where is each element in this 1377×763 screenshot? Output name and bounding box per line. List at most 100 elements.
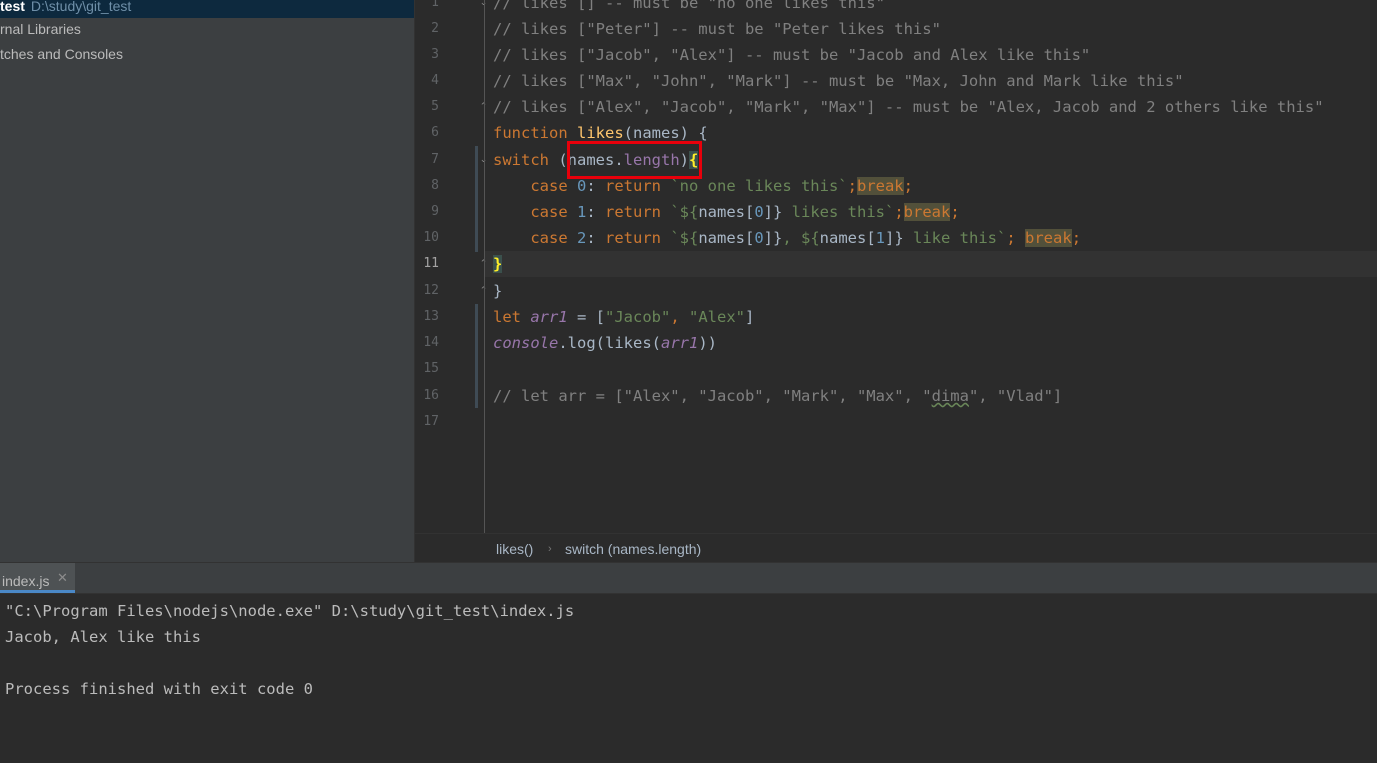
template-open: `${	[661, 229, 699, 247]
code-text: .log(likes(	[558, 334, 661, 352]
code-text: }	[493, 282, 503, 300]
keyword-warning: break	[903, 203, 951, 221]
variable: arr1	[521, 308, 568, 326]
line-number: 13	[423, 309, 439, 324]
run-tab-bar: index.js ✕	[0, 563, 1377, 594]
run-tool-window: index.js ✕ "C:\Program Files\nodejs\node…	[0, 562, 1377, 763]
comment: ", "Vlad"]	[968, 387, 1063, 405]
comment: // likes ["Peter"] -- must be "Peter lik…	[493, 20, 941, 38]
line-number: 8	[431, 178, 439, 193]
code-text: (	[549, 151, 568, 169]
comment: // likes [] -- must be "no one likes thi…	[493, 0, 885, 12]
function-name: likes	[577, 124, 624, 142]
number: 0	[754, 229, 764, 247]
comment: // let arr = ["Alex", "Jacob", "Mark", "…	[493, 387, 932, 405]
keyword: switch	[493, 151, 549, 169]
string: likes this`	[782, 203, 895, 221]
line-number: 2	[431, 21, 439, 36]
code-line-8: case 0: return `no one likes this`;break…	[493, 173, 913, 199]
code-text: (names) {	[623, 124, 708, 142]
punctuation: ;	[847, 177, 857, 195]
breadcrumb-separator: ›	[548, 543, 552, 555]
editor-gutter[interactable]: 1 2 3 4 5 6 7 8 9 10 11 12 13 14 15 16 1…	[415, 0, 487, 533]
number: 2	[567, 229, 587, 247]
code-line-12: }	[493, 278, 502, 304]
editor-breadcrumbs: likes() › switch (names.length)	[415, 533, 1377, 563]
string: "Alex"	[689, 308, 745, 326]
current-line-highlight	[485, 251, 1377, 277]
code-line-9: case 1: return `${names[0]} likes this`;…	[493, 199, 960, 225]
comment: // likes ["Jacob", "Alex"] -- must be "J…	[493, 46, 1091, 64]
breadcrumb-switch[interactable]: switch (names.length)	[565, 534, 701, 564]
run-tab-index-js[interactable]: index.js ✕	[0, 563, 75, 593]
number: 1	[875, 229, 886, 247]
line-number: 6	[431, 125, 439, 140]
tree-item-scratches[interactable]: tches and Consoles	[0, 42, 123, 66]
line-number: 7	[431, 152, 439, 167]
code-text: ]	[745, 308, 755, 326]
string: like this`	[903, 229, 1007, 247]
vcs-change-marker[interactable]	[475, 304, 478, 408]
tree-item-label: tches and Consoles	[0, 46, 123, 62]
keyword: case	[530, 177, 568, 195]
code-text: names[	[819, 229, 876, 247]
number: 0	[754, 203, 764, 221]
code-editor[interactable]: 1 2 3 4 5 6 7 8 9 10 11 12 13 14 15 16 1…	[415, 0, 1377, 533]
code-text: ))	[698, 334, 717, 352]
keyword: function	[493, 124, 568, 142]
code-line-10: case 2: return `${names[0]}, ${names[1]}…	[493, 225, 1081, 251]
line-number: 9	[431, 204, 439, 219]
project-tool-window: test D:\study\git_test rnal Libraries tch…	[0, 0, 415, 562]
typo-word: dima	[931, 387, 969, 405]
code-text: = [	[567, 308, 605, 326]
code-text: ]}	[763, 229, 783, 247]
tree-item-project-root[interactable]: test D:\study\git_test	[0, 0, 414, 18]
code-text: ]}	[763, 203, 783, 221]
comment: // likes ["Max", "John", "Mark"] -- must…	[493, 72, 1184, 90]
run-tab-label: index.js	[2, 573, 50, 589]
keyword: return	[605, 203, 661, 221]
line-number: 10	[423, 230, 439, 245]
tree-item-label: rnal Libraries	[0, 21, 81, 37]
code-line-1: // likes [] -- must be "no one likes thi…	[493, 0, 885, 16]
keyword-warning: break	[1025, 229, 1072, 247]
keyword: case	[530, 203, 568, 221]
tree-item-external-libraries[interactable]: rnal Libraries	[0, 17, 81, 41]
console-output-line: Process finished with exit code 0	[5, 680, 313, 698]
code-line-11: }	[493, 251, 503, 277]
line-number: 17	[423, 414, 439, 429]
number: 0	[567, 177, 587, 195]
line-number: 3	[431, 47, 439, 62]
number: 1	[567, 203, 587, 221]
breadcrumb-likes[interactable]: likes()	[496, 534, 533, 564]
line-number: 1	[431, 0, 439, 10]
punctuation: ;	[1006, 229, 1026, 247]
punctuation: ;	[950, 203, 960, 221]
global-object: console	[493, 334, 559, 352]
code-line-16: // let arr = ["Alex", "Jacob", "Mark", "…	[493, 383, 1062, 409]
code-text: names[	[698, 229, 755, 247]
project-name: test	[0, 0, 25, 14]
template-open: `${	[661, 203, 699, 221]
code-line-14: console.log(likes(arr1))	[493, 330, 717, 356]
code-text: :	[586, 177, 605, 195]
string: , ${	[782, 229, 820, 247]
punctuation: ,	[670, 308, 689, 326]
code-text: ]}	[885, 229, 904, 247]
keyword: case	[530, 229, 568, 247]
code-line-5: // likes ["Alex", "Jacob", "Mark", "Max"…	[493, 94, 1324, 120]
console-output-line: Jacob, Alex like this	[5, 628, 201, 646]
line-number: 14	[423, 335, 439, 350]
annotation-highlight-box	[567, 141, 702, 179]
line-number: 5	[431, 99, 439, 114]
string: "Jacob"	[605, 308, 671, 326]
keyword-warning: break	[856, 177, 904, 195]
line-number: 15	[423, 361, 439, 376]
close-icon[interactable]: ✕	[57, 570, 68, 586]
code-line-3: // likes ["Jacob", "Alex"] -- must be "J…	[493, 42, 1090, 68]
punctuation: ;	[1071, 229, 1082, 247]
punctuation: ;	[894, 203, 904, 221]
